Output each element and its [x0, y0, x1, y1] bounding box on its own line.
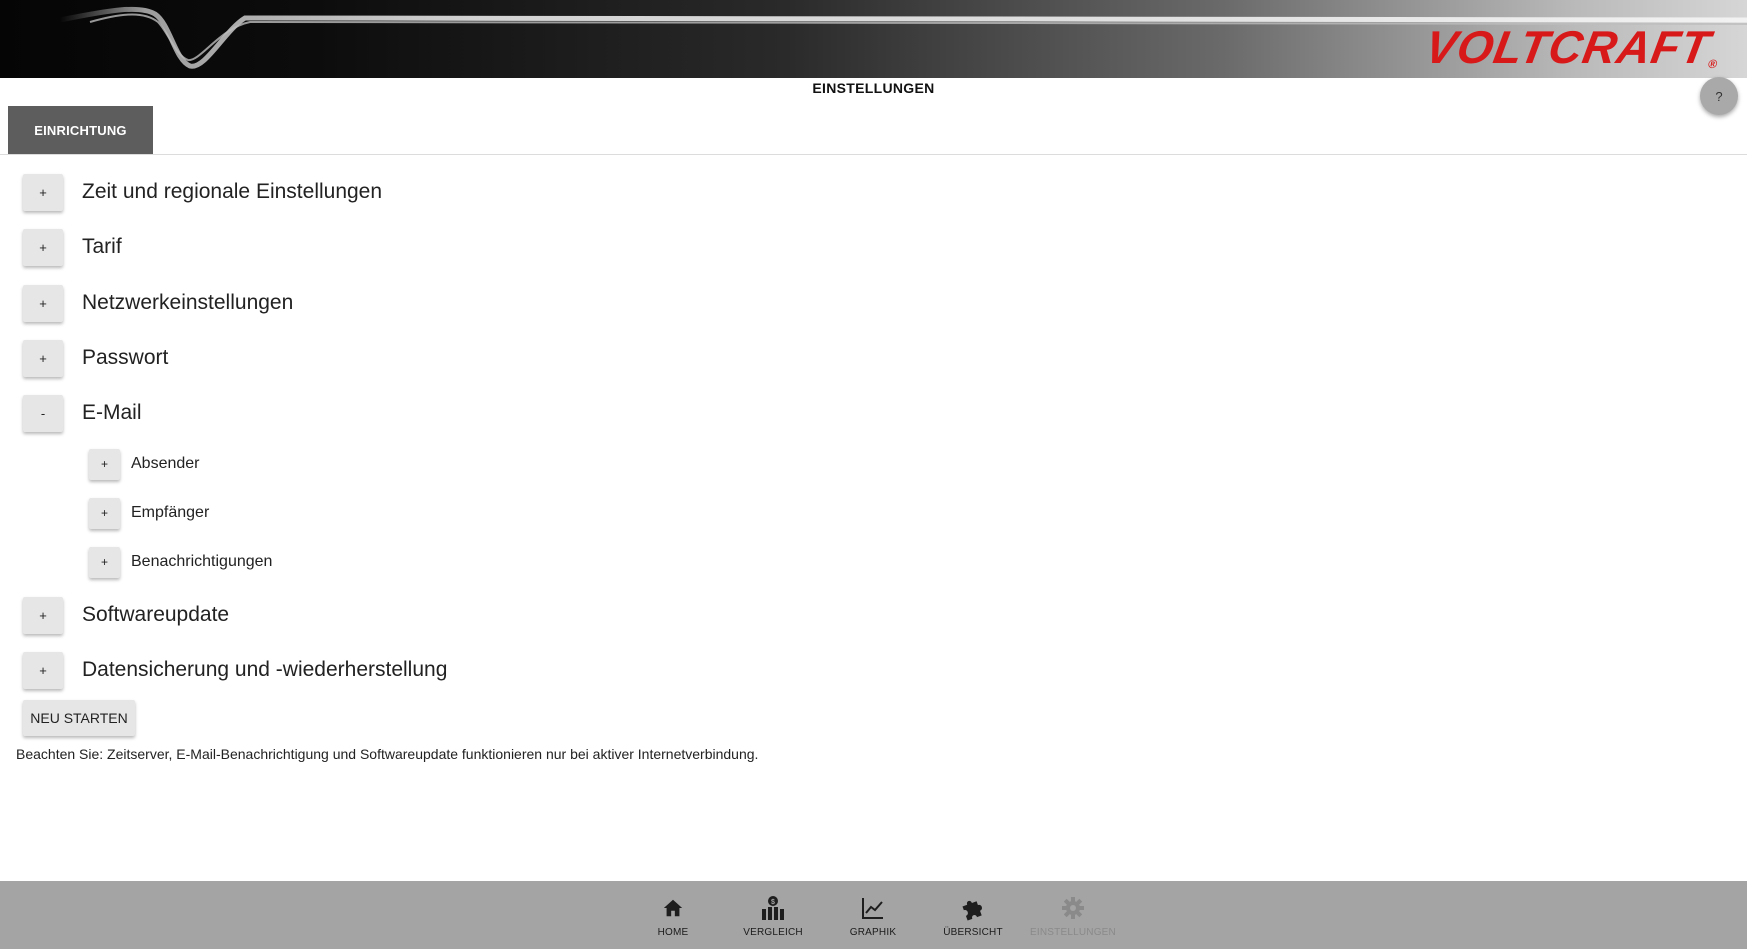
subsection-recipient: + Empfänger [89, 496, 209, 530]
section-label[interactable]: Zeit und regionale Einstellungen [82, 180, 382, 204]
app-header: VOLTCRAFT® [0, 0, 1747, 78]
expand-button[interactable]: + [23, 596, 63, 634]
expand-button[interactable]: + [23, 339, 63, 377]
page-title: EINSTELLUNGEN [812, 80, 935, 96]
section-label[interactable]: E-Mail [82, 401, 142, 425]
expand-button[interactable]: + [89, 497, 120, 529]
section-label[interactable]: Softwareupdate [82, 603, 229, 627]
gear-icon [1060, 895, 1086, 921]
tab-einrichtung[interactable]: EINRICHTUNG [8, 106, 153, 154]
nav-label: GRAPHIK [849, 927, 897, 938]
subsection-label[interactable]: Benachrichtigungen [131, 553, 272, 571]
section-label[interactable]: Datensicherung und -wiederherstellung [82, 658, 447, 682]
nav-graph[interactable]: GRAPHIK [833, 895, 913, 938]
expand-button[interactable]: + [89, 448, 120, 480]
subsection-notifications: + Benachrichtigungen [89, 545, 272, 579]
comparison-icon: $ [760, 895, 786, 921]
subsection-label[interactable]: Absender [131, 455, 200, 473]
nav-comparison[interactable]: $ VERGLEICH [733, 895, 813, 938]
expand-button[interactable]: + [23, 173, 63, 211]
expand-button[interactable]: + [23, 651, 63, 689]
section-software-update: + Softwareupdate [23, 595, 229, 635]
section-backup-restore: + Datensicherung und -wiederherstellung [23, 650, 447, 690]
subsection-label[interactable]: Empfänger [131, 504, 209, 522]
expand-button[interactable]: + [89, 546, 120, 578]
nav-settings[interactable]: EINSTELLUNGEN [1030, 895, 1116, 938]
nav-label: EINSTELLUNGEN [1030, 927, 1116, 938]
section-email: - E-Mail [23, 393, 142, 433]
subsection-sender: + Absender [89, 447, 200, 481]
collapse-button[interactable]: - [23, 394, 63, 432]
expand-button[interactable]: + [23, 284, 63, 322]
section-time-regional: + Zeit und regionale Einstellungen [23, 172, 382, 212]
brand-logo: VOLTCRAFT® [1421, 21, 1720, 73]
restart-button[interactable]: NEU STARTEN [23, 700, 135, 736]
svg-text:$: $ [771, 899, 775, 906]
section-tariff: + Tarif [23, 227, 122, 267]
section-label[interactable]: Passwort [82, 346, 168, 370]
section-password: + Passwort [23, 338, 168, 378]
section-network: + Netzwerkeinstellungen [23, 283, 293, 323]
nav-label: VERGLEICH [743, 927, 803, 938]
nav-home[interactable]: HOME [633, 895, 713, 938]
nav-overview[interactable]: ÜBERSICHT [933, 895, 1013, 938]
section-label[interactable]: Netzwerkeinstellungen [82, 291, 293, 315]
bottom-nav: HOME $ VERGLEICH GRAPHIK ÜBERSICHT EINST… [0, 881, 1747, 949]
internet-note: Beachten Sie: Zeitserver, E-Mail-Benachr… [16, 746, 759, 762]
nav-label: ÜBERSICHT [943, 927, 1003, 938]
nav-label: HOME [657, 927, 689, 938]
graph-icon [860, 895, 886, 921]
expand-button[interactable]: + [23, 228, 63, 266]
tab-bar: EINRICHTUNG [0, 106, 1747, 155]
home-icon [660, 895, 686, 921]
section-label[interactable]: Tarif [82, 235, 122, 259]
puzzle-icon [960, 895, 986, 921]
